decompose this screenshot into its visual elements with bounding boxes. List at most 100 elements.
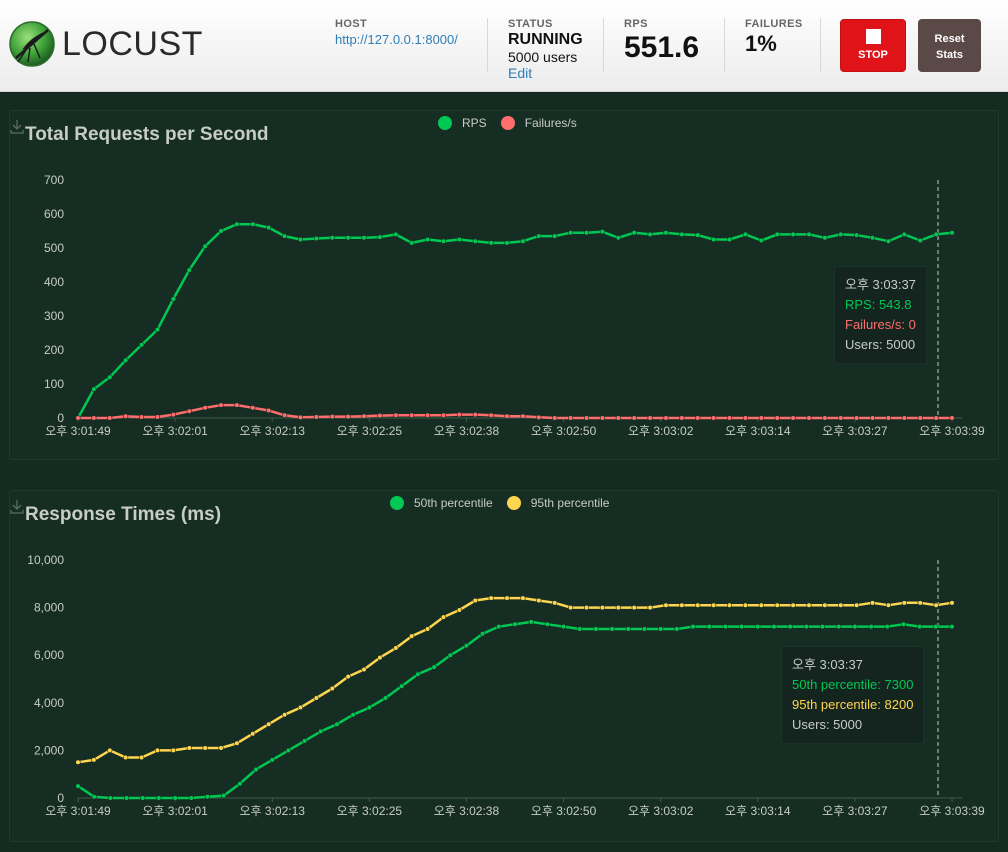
data-point xyxy=(738,624,745,630)
reset-stats-button[interactable]: Reset Stats xyxy=(918,19,981,72)
download-icon[interactable] xyxy=(10,499,24,515)
y-tick-label: 100 xyxy=(44,377,64,391)
data-point xyxy=(771,624,777,630)
data-point xyxy=(885,238,892,244)
data-point xyxy=(663,602,669,608)
host-link[interactable]: http://127.0.0.1:8000/ xyxy=(335,32,458,47)
data-point xyxy=(472,412,478,418)
data-point xyxy=(170,296,176,302)
legend-item-failures[interactable]: Failures/s xyxy=(500,116,577,130)
legend-item-p50[interactable]: 50th percentile xyxy=(390,496,493,510)
data-point xyxy=(301,738,308,744)
data-point xyxy=(204,794,211,800)
locust-logo-icon xyxy=(9,21,55,67)
data-point xyxy=(690,624,696,630)
data-point xyxy=(568,415,574,421)
tooltip-rps: RPS: 543.8 xyxy=(845,297,912,312)
data-point xyxy=(806,231,812,237)
data-point xyxy=(409,633,415,639)
x-tick-label: 오후 3:03:14 xyxy=(725,804,791,818)
data-point xyxy=(218,228,224,234)
data-point xyxy=(170,412,176,418)
data-point xyxy=(679,231,685,237)
download-icon[interactable] xyxy=(10,119,24,135)
data-point xyxy=(456,607,462,613)
data-point xyxy=(625,626,631,632)
data-point xyxy=(917,237,923,244)
reset-label-line1: Reset xyxy=(934,33,965,45)
data-point xyxy=(425,236,431,243)
data-point xyxy=(186,745,192,751)
data-point xyxy=(599,229,606,235)
data-point xyxy=(647,231,653,237)
app-name: LOCUST xyxy=(62,24,203,63)
rps-value: 551.6 xyxy=(624,31,700,64)
data-point xyxy=(647,415,653,421)
data-point xyxy=(836,624,842,630)
tooltip-users: Users: 5000 xyxy=(792,717,863,732)
data-point xyxy=(234,740,240,746)
data-point xyxy=(641,626,648,632)
data-point xyxy=(869,415,876,421)
x-tick-label: 오후 3:03:14 xyxy=(725,424,791,438)
data-point xyxy=(107,795,113,801)
host-label: HOST xyxy=(335,18,368,30)
data-point xyxy=(917,415,923,421)
data-point xyxy=(393,231,399,237)
data-point xyxy=(91,757,97,763)
data-point xyxy=(409,240,415,246)
data-point xyxy=(790,602,796,608)
response-times-chart-legend: 50th percentile 95th percentile xyxy=(390,496,623,510)
rps-chart-tooltip: 오후 3:03:37 RPS: 543.8 Failures/s: 0 User… xyxy=(834,266,927,364)
legend-label: 50th percentile xyxy=(414,496,493,510)
data-point xyxy=(806,415,812,421)
data-point xyxy=(822,415,828,421)
data-point xyxy=(552,415,558,421)
stop-button[interactable]: STOP xyxy=(840,19,906,72)
data-point xyxy=(123,795,130,801)
data-point xyxy=(172,795,178,801)
response-times-chart-panel: 10,000 8,000 6,000 4,000 2,000 0 오후 3:01:49 오후 … xyxy=(9,490,999,842)
response-times-chart-tooltip: 오후 3:03:37 50th percentile: 7300 95th pe… xyxy=(781,646,925,744)
edit-link[interactable]: Edit xyxy=(508,65,583,81)
reset-label-line2: Stats xyxy=(936,49,963,61)
data-point xyxy=(933,415,939,421)
data-point xyxy=(480,631,486,637)
data-point xyxy=(949,600,955,606)
data-point xyxy=(726,602,733,608)
data-point xyxy=(933,231,939,237)
tooltip-time: 오후 3:03:37 xyxy=(792,657,863,672)
legend-dot-icon xyxy=(500,116,515,130)
x-tick-label: 오후 3:03:27 xyxy=(822,804,888,818)
locust-logo[interactable]: LOCUST xyxy=(8,20,203,68)
data-point xyxy=(123,754,129,761)
legend-label: 95th percentile xyxy=(530,496,610,510)
data-point xyxy=(706,624,712,630)
legend-dot-icon xyxy=(390,496,404,510)
data-point xyxy=(186,408,192,414)
data-point xyxy=(431,664,437,670)
data-point xyxy=(577,626,583,632)
data-point xyxy=(138,754,145,761)
failures-label: FAILURES xyxy=(745,18,803,30)
rps-chart-legend: RPS Failures/s xyxy=(438,116,591,130)
data-point xyxy=(536,414,542,420)
data-point xyxy=(552,600,558,606)
legend-item-p95[interactable]: 95th percentile xyxy=(506,496,610,510)
data-point xyxy=(885,415,892,421)
user-count: 5000 users xyxy=(508,49,578,65)
data-point xyxy=(399,683,405,689)
legend-label: Failures/s xyxy=(524,116,577,130)
data-point xyxy=(822,602,828,608)
data-point xyxy=(456,412,462,418)
data-point xyxy=(250,731,256,737)
data-point xyxy=(382,695,389,701)
data-point xyxy=(345,674,351,680)
data-point xyxy=(647,604,653,611)
data-point xyxy=(838,415,844,421)
data-point xyxy=(949,415,955,421)
data-point xyxy=(123,413,129,419)
data-point xyxy=(520,413,526,419)
data-point xyxy=(917,600,923,606)
legend-item-rps[interactable]: RPS xyxy=(438,116,487,130)
